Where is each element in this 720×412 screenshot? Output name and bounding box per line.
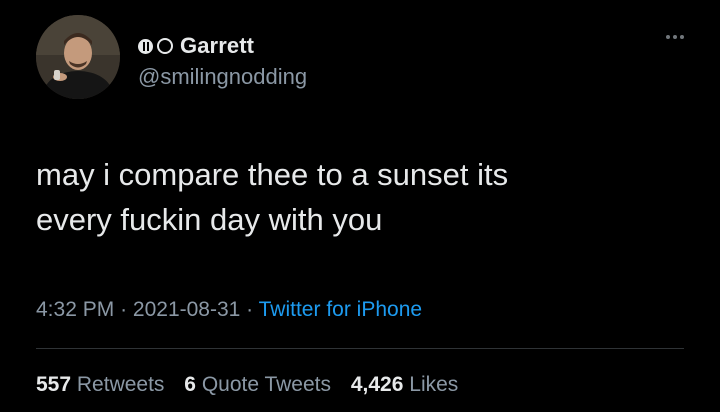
dot-icon [666, 35, 670, 39]
author-name-row[interactable]: Garrett [138, 33, 254, 59]
emoji-icon [138, 38, 153, 54]
likes-label: Likes [409, 373, 459, 396]
tweet-meta: 4:32 PM · 2021-08-31 · Twitter for iPhon… [36, 298, 422, 322]
tweet-time[interactable]: 4:32 PM [36, 298, 114, 321]
quote-tweets-label: Quote Tweets [201, 373, 332, 396]
dot-icon [673, 35, 677, 39]
avatar[interactable] [36, 15, 120, 99]
retweets-label: Retweets [76, 373, 165, 396]
likes-stat[interactable]: 4,426 Likes [351, 373, 458, 396]
author-display-name[interactable]: Garrett [180, 33, 254, 59]
tweet-text-line: every fuckin day with you [36, 202, 383, 237]
quote-tweets-count: 6 [184, 373, 196, 396]
tweet-card: Garrett @smilingnodding may i compare th… [0, 0, 720, 412]
retweets-stat[interactable]: 557 Retweets [36, 373, 164, 396]
meta-separator: · [120, 298, 128, 321]
more-options-icon[interactable] [666, 35, 684, 39]
tweet-text-line: may i compare thee to a sunset its [36, 157, 509, 192]
quote-tweets-stat[interactable]: 6 Quote Tweets [184, 373, 331, 396]
divider [36, 348, 684, 349]
meta-separator: · [246, 298, 254, 321]
likes-count: 4,426 [350, 373, 404, 396]
tweet-date[interactable]: 2021-08-31 [133, 298, 240, 321]
tweet-text: may i compare thee to a sunset its every… [36, 152, 686, 242]
tweet-source-link[interactable]: Twitter for iPhone [259, 298, 422, 321]
author-handle[interactable]: @smilingnodding [138, 64, 307, 90]
retweets-count: 557 [36, 373, 72, 396]
tweet-stats: 557 Retweets 6 Quote Tweets 4,426 Likes [36, 373, 472, 397]
dot-icon [680, 35, 684, 39]
circle-emoji-icon [157, 38, 173, 54]
